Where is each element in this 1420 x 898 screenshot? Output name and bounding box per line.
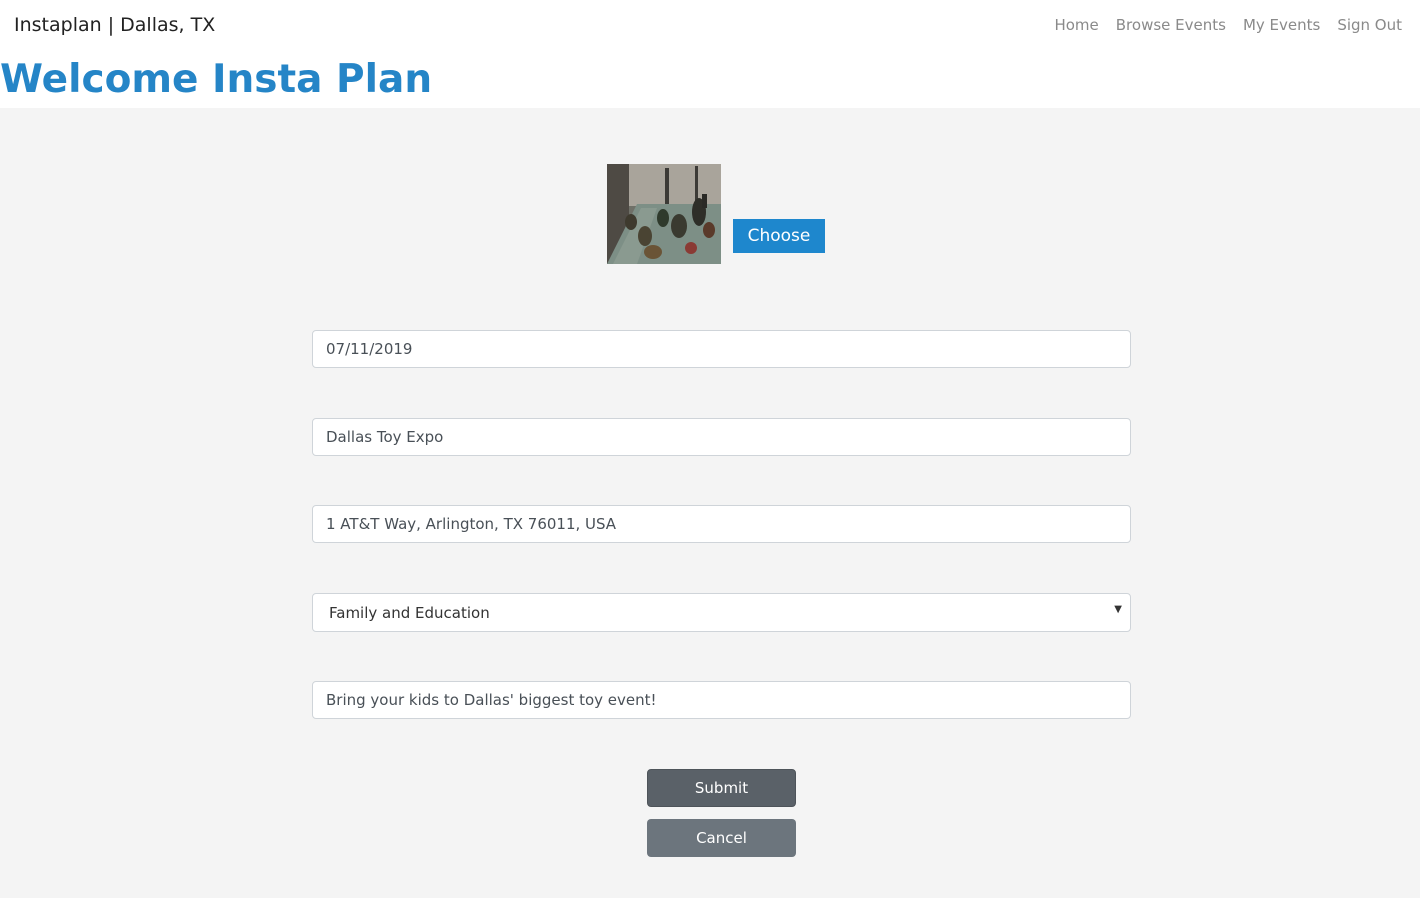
event-category-select[interactable]: Family and Education ▼ [312, 593, 1131, 632]
brand-title[interactable]: Instaplan | Dallas, TX [14, 14, 215, 36]
cancel-button[interactable]: Cancel [647, 819, 796, 857]
event-address-input[interactable] [312, 505, 1131, 543]
event-category-value: Family and Education [329, 604, 490, 622]
submit-button[interactable]: Submit [647, 769, 796, 807]
event-image-thumbnail [607, 164, 721, 264]
chevron-down-icon: ▼ [1114, 604, 1122, 615]
choose-image-button[interactable]: Choose [733, 219, 825, 253]
event-image-picture [607, 164, 721, 264]
nav-link-home[interactable]: Home [1054, 16, 1098, 34]
event-name-input[interactable] [312, 418, 1131, 456]
event-date-input[interactable] [312, 330, 1131, 368]
page-title: Welcome Insta Plan [0, 57, 433, 102]
nav-link-sign-out[interactable]: Sign Out [1337, 16, 1402, 34]
event-form-area: Choose Family and Education ▼ Submit Can… [0, 108, 1420, 898]
event-description-input[interactable] [312, 681, 1131, 719]
nav-link-browse-events[interactable]: Browse Events [1116, 16, 1226, 34]
nav-links: Home Browse Events My Events Sign Out [1054, 16, 1402, 34]
top-navbar: Instaplan | Dallas, TX Home Browse Event… [0, 0, 1420, 52]
nav-link-my-events[interactable]: My Events [1243, 16, 1320, 34]
